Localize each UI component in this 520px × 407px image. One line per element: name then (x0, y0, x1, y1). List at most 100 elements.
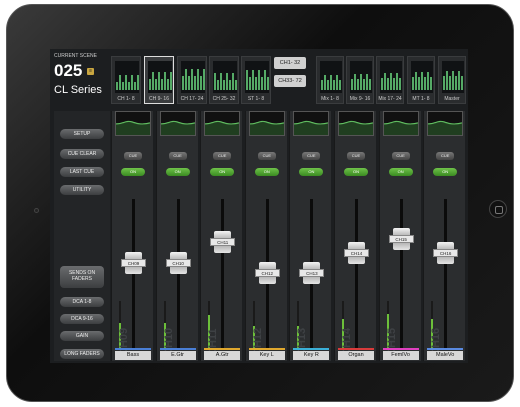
dca-9-16-button[interactable]: DCA 9-16 (60, 314, 104, 324)
last-cue-button[interactable]: LAST CUE (60, 167, 104, 177)
channel-strip: CUE ON CH10 CH10 E.Gtr (155, 111, 198, 361)
channel-strip: CUE ON CH12 CH12 Key L (244, 111, 287, 361)
fader-track (444, 199, 448, 349)
cue-button[interactable]: CUE (391, 152, 410, 160)
ch-range-1-32-button[interactable]: CH1- 32 (274, 57, 306, 69)
fader-knob[interactable]: CH12 (254, 261, 280, 284)
channel-color-bar (293, 348, 330, 350)
cue-button[interactable]: CUE (347, 152, 365, 160)
bank-button[interactable]: ST 1- 8 (241, 56, 271, 104)
camera-icon (34, 208, 39, 213)
channel-strip: CUE ON CH14 CH14 Organ (334, 111, 376, 361)
long-faders-button[interactable]: LONG FADERS (60, 349, 104, 359)
setup-button[interactable]: SETUP (60, 129, 104, 139)
fader-knob[interactable]: CH14 (344, 242, 369, 265)
channel-color-bar (248, 348, 285, 350)
scene-name: CL Series (54, 84, 102, 96)
bank-button[interactable]: CH 25- 32 (209, 56, 239, 104)
on-button[interactable]: ON (210, 168, 235, 176)
bank-button[interactable]: CH 9- 16 (144, 56, 174, 104)
scene-number: 025 ≡ (54, 61, 108, 81)
ch-range-33-72-button[interactable]: CH33- 72 (274, 75, 306, 87)
cue-button[interactable]: CUE (168, 152, 187, 160)
current-scene[interactable]: CURRENT SCENE 025 ≡ CL Series (54, 53, 108, 109)
bank-label: CH 17- 24 (180, 96, 204, 102)
mix-bank-label: Mix 1- 8 (321, 96, 339, 102)
eq-display[interactable] (248, 111, 285, 136)
on-button[interactable]: ON (121, 168, 145, 176)
cue-button[interactable]: CUE (436, 152, 455, 160)
cue-button[interactable]: CUE (124, 152, 142, 160)
gain-button[interactable]: GAIN (60, 331, 104, 341)
on-button[interactable]: ON (388, 168, 413, 176)
bank-meters (181, 61, 205, 93)
mix-bank-label: Mix 9- 16 (349, 96, 371, 102)
fader-track (221, 199, 225, 349)
dca-1-8-button[interactable]: DCA 1-8 (60, 297, 104, 307)
on-button[interactable]: ON (254, 168, 279, 176)
eq-display[interactable] (338, 111, 374, 136)
fader-knob[interactable]: CH09 (121, 252, 146, 274)
mix-bank-meters (442, 61, 464, 93)
sidebar: SETUP CUE CLEAR LAST CUE UTILITY SENDS O… (54, 111, 110, 361)
eq-display[interactable] (115, 111, 151, 136)
utility-button[interactable]: UTILITY (60, 185, 104, 195)
on-button[interactable]: ON (165, 168, 190, 176)
channel-name[interactable]: Organ (338, 351, 374, 360)
eq-display[interactable] (204, 111, 241, 136)
eq-display[interactable] (427, 111, 464, 136)
cue-button[interactable]: CUE (302, 152, 321, 160)
fader-label: CH11 (210, 238, 236, 246)
mix-bank-label: MT 1- 8 (412, 96, 430, 102)
fader-knob[interactable]: CH16 (433, 242, 459, 265)
sends-on-faders-button[interactable]: SENDS ON FADERS (60, 266, 104, 288)
fader-knob[interactable]: CH11 (210, 231, 236, 253)
cue-button[interactable]: CUE (257, 152, 276, 160)
mix-bank-button[interactable]: Mix 1- 8 (316, 56, 344, 104)
bank-meters (213, 61, 237, 93)
eq-display[interactable] (159, 111, 196, 136)
bank-button[interactable]: CH 17- 24 (177, 56, 207, 104)
bank-button[interactable]: CH 1- 8 (111, 56, 141, 104)
fader-label: CH14 (344, 249, 369, 258)
on-button[interactable]: ON (433, 168, 458, 176)
channel-name[interactable]: A.Gtr (204, 351, 241, 360)
bank-label: CH 1- 8 (117, 96, 135, 102)
on-button[interactable]: ON (344, 168, 368, 176)
mix-bank-button[interactable]: Master (438, 56, 466, 104)
bank-meters (148, 61, 172, 93)
channel-strip: CUE ON CH11 CH11 A.Gtr (200, 111, 243, 361)
mix-bank-button[interactable]: Mix 17- 24 (376, 56, 404, 104)
channel-name[interactable]: Bass (115, 351, 151, 360)
fader-label: CH15 (388, 235, 414, 244)
channel-name[interactable]: Key L (248, 351, 285, 360)
fader-knob[interactable]: CH13 (299, 261, 325, 284)
channel-name[interactable]: FemlVo (382, 351, 419, 360)
channel-name[interactable]: MaleVo (427, 351, 464, 360)
eq-display[interactable] (382, 111, 419, 136)
fader-label: CH09 (121, 259, 146, 267)
on-button[interactable]: ON (299, 168, 324, 176)
fader-track (176, 199, 180, 349)
home-button[interactable] (489, 200, 507, 218)
fader-label: CH10 (165, 259, 191, 267)
fader-label: CH16 (433, 249, 459, 258)
mix-bank-button[interactable]: MT 1- 8 (407, 56, 435, 104)
eq-display[interactable] (293, 111, 330, 136)
channel-name[interactable]: E.Gtr (159, 351, 196, 360)
channel-strip: CUE ON CH13 CH13 Key R (289, 111, 332, 361)
fader-track (399, 199, 403, 349)
channel-color-bar (204, 348, 241, 350)
bank-label: ST 1- 8 (247, 96, 265, 102)
scene-label: CURRENT SCENE (54, 53, 97, 59)
fader-track (132, 199, 135, 349)
fader-knob[interactable]: CH10 (165, 252, 191, 274)
cue-button[interactable]: CUE (213, 152, 232, 160)
channel-strip: CUE ON CH16 CH16 MaleVo (423, 111, 466, 361)
mix-bank-button[interactable]: Mix 9- 16 (346, 56, 374, 104)
cue-clear-button[interactable]: CUE CLEAR (60, 149, 104, 159)
fader-label: CH12 (254, 268, 280, 277)
fader-knob[interactable]: CH15 (388, 228, 414, 251)
channel-name[interactable]: Key R (293, 351, 330, 360)
scene-lock-icon: ≡ (87, 68, 95, 76)
